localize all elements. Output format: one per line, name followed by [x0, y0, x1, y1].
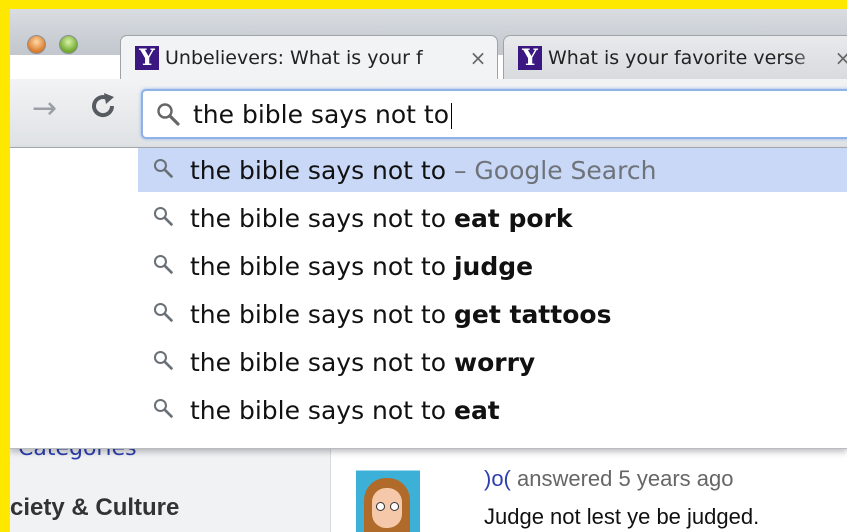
minimize-window-button[interactable]: [59, 35, 78, 54]
address-bar[interactable]: the bible says not to: [141, 89, 847, 139]
yahoo-favicon-icon: Y: [518, 45, 542, 70]
suggestion-item[interactable]: the bible says not to worry: [138, 340, 847, 384]
answer-meta: )o( answered 5 years ago: [484, 466, 733, 492]
suggestion-item[interactable]: the bible says not to eat pork: [138, 196, 847, 240]
tab-close-icon[interactable]: ×: [467, 46, 489, 70]
search-icon: [138, 396, 186, 425]
suggestion-item[interactable]: the bible says not to – Google Search: [138, 148, 847, 192]
search-icon: [138, 300, 186, 329]
search-icon: [138, 252, 186, 281]
society-culture-link[interactable]: ciety & Culture: [10, 494, 179, 522]
search-icon: [138, 156, 186, 185]
answer-time: answered 5 years ago: [510, 466, 734, 491]
autocomplete-dropdown: the bible says not to – Google Search th…: [10, 148, 847, 449]
close-window-button[interactable]: [27, 35, 46, 54]
tab-title: Unbelievers: What is your f: [165, 46, 423, 69]
browser-window: Y Unbelievers: What is your f × Y What i…: [10, 9, 847, 532]
tab-favorite-verse[interactable]: Y What is your favorite verse ×: [503, 35, 847, 79]
forward-arrow-icon[interactable]: →: [32, 91, 57, 126]
avatar[interactable]: [356, 464, 420, 532]
tab-unbelievers[interactable]: Y Unbelievers: What is your f ×: [120, 35, 498, 79]
tab-strip: Y Unbelievers: What is your f × Y What i…: [10, 9, 847, 79]
yahoo-favicon-icon: Y: [135, 45, 159, 70]
suggestion-item[interactable]: the bible says not to eat: [138, 388, 847, 432]
toolbar: → the bible says not to: [10, 79, 847, 148]
suggestion-item[interactable]: the bible says not to get tattoos: [138, 292, 847, 336]
answer-text: Judge not lest ye be judged.: [484, 504, 760, 529]
search-icon: [138, 348, 186, 377]
tab-title: What is your favorite verse: [548, 46, 806, 69]
answer-user-link[interactable]: )o(: [484, 466, 511, 491]
search-icon: [155, 101, 181, 131]
reload-icon[interactable]: [88, 91, 118, 129]
search-icon: [138, 204, 186, 233]
tab-close-icon[interactable]: ×: [832, 46, 847, 70]
address-input[interactable]: the bible says not to: [193, 100, 453, 129]
suggestion-item[interactable]: the bible says not to judge: [138, 244, 847, 288]
